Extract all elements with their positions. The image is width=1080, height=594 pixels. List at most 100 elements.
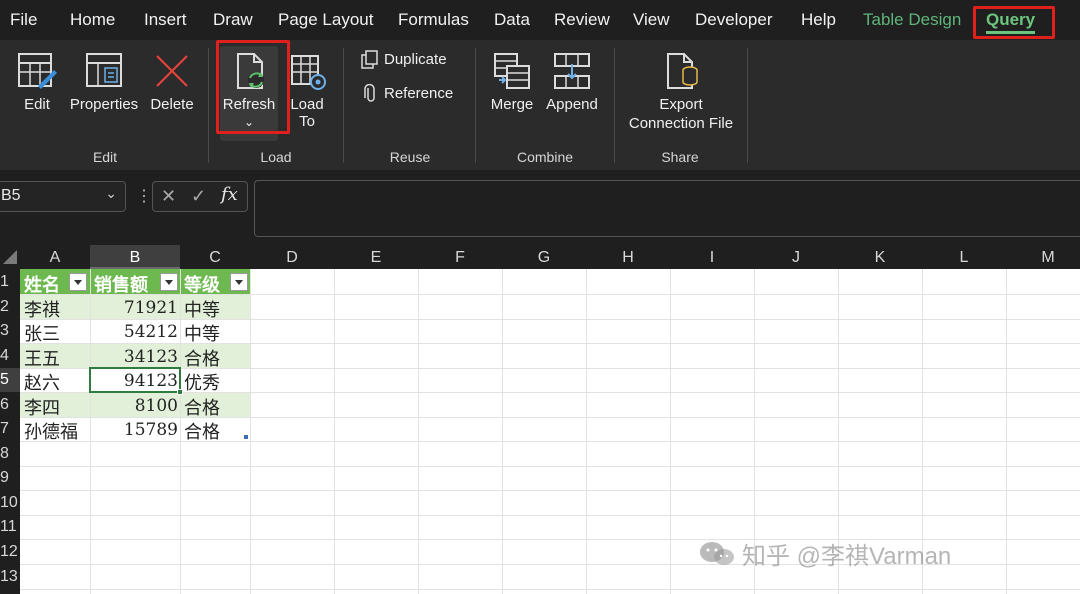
column-header-f[interactable]: F: [418, 245, 502, 269]
export-connection-file-button[interactable]: Export Connection File: [622, 50, 740, 132]
append-button[interactable]: Append: [543, 50, 601, 113]
table-header-name[interactable]: 姓名: [24, 271, 60, 297]
row-header[interactable]: 1: [0, 269, 20, 294]
tab-home[interactable]: Home: [70, 10, 115, 30]
tab-review[interactable]: Review: [554, 10, 610, 30]
row-header[interactable]: 7: [0, 417, 20, 441]
row-header[interactable]: 8: [0, 441, 20, 466]
ribbon-divider: [208, 48, 209, 163]
column-header-j[interactable]: J: [754, 245, 838, 269]
tab-help[interactable]: Help: [801, 10, 836, 30]
reference-button[interactable]: Reference: [360, 83, 454, 104]
tab-insert[interactable]: Insert: [144, 10, 187, 30]
load-to-label-line1: Load: [290, 96, 324, 113]
select-all-icon[interactable]: [3, 250, 17, 264]
table-cell[interactable]: 李四: [24, 394, 60, 420]
tab-page-layout[interactable]: Page Layout: [278, 10, 373, 30]
load-to-label-line2: To: [299, 113, 315, 130]
table-cell[interactable]: 8100: [92, 396, 178, 416]
column-header-m[interactable]: M: [1006, 245, 1080, 269]
table-resize-handle[interactable]: [244, 435, 248, 439]
active-cell-selection[interactable]: [89, 367, 181, 393]
gridline: [20, 294, 1080, 295]
column-header-b[interactable]: B: [90, 245, 180, 269]
filter-dropdown-icon[interactable]: [69, 273, 87, 291]
gridline: [90, 269, 91, 594]
enter-icon[interactable]: ✓: [191, 186, 206, 207]
tab-data[interactable]: Data: [494, 10, 530, 30]
table-cell[interactable]: 王五: [24, 345, 60, 371]
row-header[interactable]: 6: [0, 392, 20, 417]
column-header-g[interactable]: G: [502, 245, 586, 269]
properties-button[interactable]: Properties: [67, 50, 141, 113]
gridline: [586, 269, 587, 594]
row-header[interactable]: 12: [0, 539, 20, 564]
table-cell[interactable]: 孙德福: [24, 418, 78, 444]
table-cell[interactable]: 合格: [184, 345, 220, 371]
column-header-k[interactable]: K: [838, 245, 922, 269]
column-header-c[interactable]: C: [180, 245, 250, 269]
tab-draw[interactable]: Draw: [213, 10, 253, 30]
column-header-i[interactable]: I: [670, 245, 754, 269]
tab-table-design[interactable]: Table Design: [863, 10, 961, 30]
ribbon-divider: [614, 48, 615, 163]
column-header-d[interactable]: D: [250, 245, 334, 269]
duplicate-button[interactable]: Duplicate: [360, 50, 447, 70]
append-icon: [554, 53, 590, 89]
chevron-down-icon[interactable]: ⌄: [105, 185, 117, 202]
tab-file[interactable]: File: [10, 10, 37, 30]
tab-view[interactable]: View: [633, 10, 670, 30]
delete-button[interactable]: Delete: [148, 50, 196, 113]
table-cell[interactable]: 71921: [92, 298, 178, 318]
edit-button[interactable]: Edit: [12, 50, 62, 113]
name-box[interactable]: B5 ⌄: [0, 181, 126, 212]
table-cell[interactable]: 合格: [184, 394, 220, 420]
edit-table-icon: [18, 53, 57, 89]
group-label-combine: Combine: [516, 149, 574, 165]
formula-input[interactable]: [254, 180, 1080, 237]
filter-dropdown-icon[interactable]: [230, 273, 248, 291]
reference-label: Reference: [384, 84, 454, 102]
merge-button[interactable]: Merge: [486, 50, 538, 113]
name-box-value: B5: [1, 187, 21, 204]
formula-bar-drag-handle-icon[interactable]: ⋮: [136, 186, 152, 206]
table-cell[interactable]: 张三: [24, 320, 60, 346]
table-cell[interactable]: 15789: [92, 420, 178, 440]
filter-dropdown-icon[interactable]: [160, 273, 178, 291]
tab-developer[interactable]: Developer: [695, 10, 773, 30]
table-cell[interactable]: 34123: [92, 347, 178, 367]
table-cell[interactable]: 优秀: [184, 369, 220, 395]
gridline: [502, 269, 503, 594]
table-cell[interactable]: 合格: [184, 418, 220, 444]
row-header[interactable]: 2: [0, 294, 20, 319]
column-header-e[interactable]: E: [334, 245, 418, 269]
table-cell[interactable]: 赵六: [24, 369, 60, 395]
row-header[interactable]: 13: [0, 564, 20, 589]
column-header-h[interactable]: H: [586, 245, 670, 269]
tab-formulas[interactable]: Formulas: [398, 10, 469, 30]
table-header-grade[interactable]: 等级: [184, 271, 220, 297]
insert-function-icon[interactable]: fx: [221, 184, 238, 205]
row-header[interactable]: 10: [0, 490, 20, 515]
table-cell[interactable]: 中等: [184, 320, 220, 346]
formula-buttons: ✕ ✓ fx: [152, 181, 248, 212]
table-cell[interactable]: 54212: [92, 322, 178, 342]
row-header[interactable]: 3: [0, 319, 20, 343]
table-cell[interactable]: 中等: [184, 296, 220, 322]
fill-handle[interactable]: [177, 389, 183, 395]
watermark-text: 知乎 @李祺Varman: [742, 543, 952, 570]
table-header-sales[interactable]: 销售额: [94, 271, 148, 297]
row-header[interactable]: 5: [0, 368, 20, 392]
export-label-line1: Export: [659, 96, 703, 113]
gridline: [670, 269, 671, 594]
row-header[interactable]: 4: [0, 343, 20, 368]
load-to-button[interactable]: Load To: [286, 50, 328, 130]
column-header-l[interactable]: L: [922, 245, 1006, 269]
append-label: Append: [546, 96, 598, 113]
table-cell[interactable]: 李祺: [24, 296, 60, 322]
duplicate-icon: [361, 50, 378, 69]
column-header-a[interactable]: A: [20, 245, 90, 269]
row-header[interactable]: 11: [0, 515, 20, 539]
row-header[interactable]: 9: [0, 466, 20, 490]
cancel-icon[interactable]: ✕: [161, 186, 176, 207]
